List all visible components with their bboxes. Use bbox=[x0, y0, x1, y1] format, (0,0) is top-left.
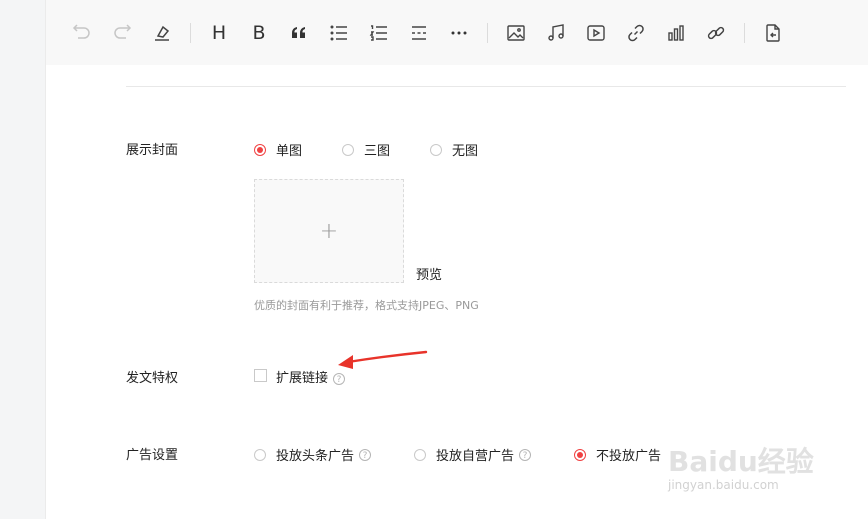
redo-icon[interactable] bbox=[110, 21, 134, 45]
cover-option-label: 单图 bbox=[276, 144, 303, 159]
left-gutter bbox=[0, 0, 46, 519]
ads-option-toutiao[interactable]: 投放头条广告? bbox=[254, 445, 372, 464]
help-icon[interactable]: ? bbox=[333, 372, 346, 385]
preview-link[interactable]: 预览 bbox=[416, 264, 442, 283]
help-icon[interactable]: ? bbox=[519, 448, 532, 461]
numbered-list-icon[interactable] bbox=[367, 21, 391, 45]
cover-upload-box[interactable]: + bbox=[254, 179, 404, 283]
video-icon[interactable] bbox=[584, 21, 608, 45]
toolbar-separator bbox=[190, 23, 191, 43]
toolbar-separator bbox=[487, 23, 488, 43]
image-icon[interactable] bbox=[504, 21, 528, 45]
quote-icon[interactable] bbox=[287, 21, 311, 45]
ads-option-label: 投放头条广告 bbox=[276, 449, 355, 464]
help-icon[interactable]: ? bbox=[359, 448, 372, 461]
undo-icon[interactable] bbox=[70, 21, 94, 45]
ads-option-self[interactable]: 投放自营广告? bbox=[414, 445, 532, 464]
cover-option-none[interactable]: 无图 bbox=[430, 140, 478, 159]
annotation-arrow bbox=[338, 350, 428, 369]
cover-option-label: 无图 bbox=[452, 144, 479, 159]
radio-unchecked bbox=[254, 448, 266, 461]
chain-link-icon[interactable] bbox=[704, 21, 728, 45]
link-icon[interactable] bbox=[624, 21, 648, 45]
extend-link-checkbox[interactable] bbox=[254, 369, 267, 382]
extend-link-label: 扩展链接? bbox=[276, 367, 346, 386]
baidu-watermark: Baidu经验 jingyan.baidu.com bbox=[668, 440, 828, 500]
plus-icon: + bbox=[319, 218, 339, 244]
cover-option-three[interactable]: 三图 bbox=[342, 140, 390, 159]
cover-hint: 优质的封面有利于推荐，格式支持JPEG、PNG bbox=[254, 299, 479, 312]
ads-option-label: 投放自营广告 bbox=[436, 449, 515, 464]
radio-unchecked bbox=[430, 143, 442, 156]
cover-label: 展示封面 bbox=[126, 143, 179, 158]
watermark-sub: jingyan.baidu.com bbox=[668, 478, 779, 492]
bold-glyph: B bbox=[252, 22, 266, 44]
cover-option-label: 三图 bbox=[364, 144, 391, 159]
more-icon[interactable] bbox=[447, 21, 471, 45]
ads-option-none[interactable]: 不投放广告 bbox=[574, 445, 661, 464]
watermark-text: Baidu经验 bbox=[668, 445, 814, 478]
chart-icon[interactable] bbox=[664, 21, 688, 45]
radio-checked bbox=[574, 448, 586, 461]
ads-label: 广告设置 bbox=[126, 448, 179, 463]
radio-unchecked bbox=[414, 448, 426, 461]
privilege-label: 发文特权 bbox=[126, 371, 179, 386]
eraser-icon[interactable] bbox=[150, 21, 174, 45]
editor-toolbar: H B bbox=[46, 0, 868, 65]
extend-link-text: 扩展链接 bbox=[276, 371, 329, 386]
divider-line-icon[interactable] bbox=[407, 21, 431, 45]
import-document-icon[interactable] bbox=[761, 21, 785, 45]
cover-option-single[interactable]: 单图 bbox=[254, 140, 302, 159]
ads-option-label: 不投放广告 bbox=[596, 449, 662, 464]
heading-icon[interactable]: H bbox=[207, 21, 231, 45]
bold-icon[interactable]: B bbox=[247, 21, 271, 45]
content-divider bbox=[126, 86, 846, 87]
heading-glyph: H bbox=[211, 22, 227, 44]
radio-unchecked bbox=[342, 143, 354, 156]
radio-checked bbox=[254, 143, 266, 156]
toolbar-separator bbox=[744, 23, 745, 43]
bullet-list-icon[interactable] bbox=[327, 21, 351, 45]
music-icon[interactable] bbox=[544, 21, 568, 45]
